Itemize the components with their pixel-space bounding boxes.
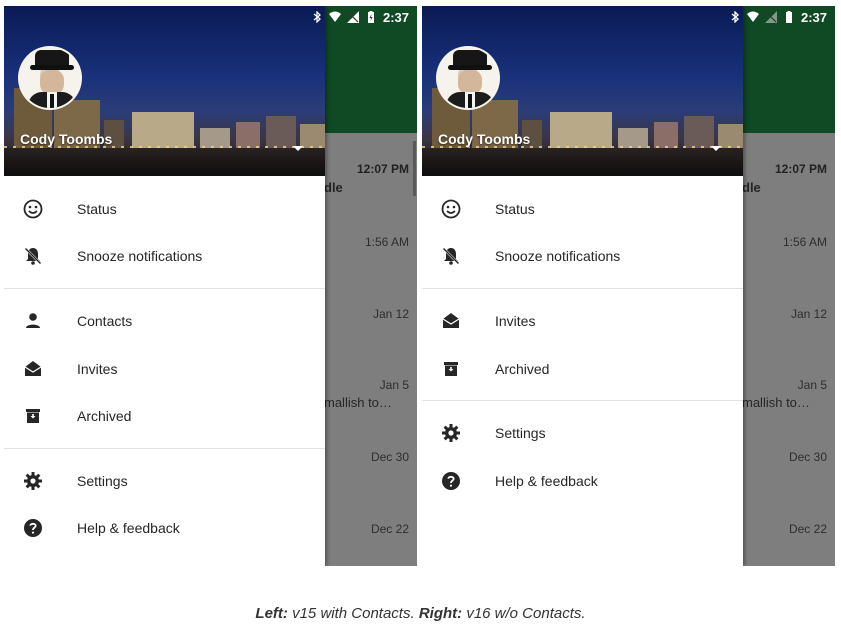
cell-signal-icon [346, 11, 359, 23]
menu-item-label: Help & feedback [495, 472, 598, 489]
menu-item-archived[interactable]: Archived [4, 392, 325, 440]
navigation-drawer: Cody Toombs Status Snooze notifications In… [422, 6, 743, 566]
menu-item-snooze-notifications[interactable]: Snooze notifications [4, 233, 325, 281]
conversation-snippet: dle [324, 180, 343, 195]
menu-item-label: Archived [77, 408, 132, 425]
menu-item-contacts[interactable]: Contacts [4, 297, 325, 345]
conversation-time: 12:07 PM [356, 162, 409, 176]
menu-divider [422, 392, 743, 409]
phone-screenshot-right: 12:07 PM dle 1:56 AM Jan 12 Jan 5 mallis… [422, 6, 835, 566]
menu-item-archived[interactable]: Archived [422, 345, 743, 393]
conversation-time: Dec 30 [370, 450, 409, 464]
menu-item-label: Status [77, 200, 117, 217]
menu-item-label: Archived [495, 360, 550, 377]
archive-icon [22, 405, 44, 427]
bell-off-icon [440, 245, 462, 267]
conversation-snippet: dle [742, 180, 761, 195]
conversation-snippet: mallish to… [742, 395, 810, 410]
caption-left-label: Left: [255, 605, 288, 622]
avatar[interactable] [18, 46, 82, 110]
account-switcher-arrow-icon[interactable] [293, 146, 303, 151]
drawer-header: Cody Toombs [422, 6, 743, 176]
conversation-time: Jan 5 [797, 378, 827, 392]
account-name[interactable]: Cody Toombs [438, 131, 530, 147]
drawer-menu: Status Snooze notifications Invites Archive… [422, 176, 743, 505]
menu-item-settings[interactable]: Settings [422, 409, 743, 457]
conversation-time: Dec 22 [788, 522, 827, 536]
person-icon [22, 310, 44, 332]
conversation-time: 1:56 AM [364, 235, 409, 249]
conversation-time: 1:56 AM [782, 235, 827, 249]
caption-right-label: Right: [418, 605, 463, 622]
battery-icon [785, 11, 792, 23]
menu-item-label: Settings [77, 472, 128, 489]
envelope-open-icon [22, 358, 44, 380]
battery-icon [367, 11, 374, 23]
menu-item-status[interactable]: Status [4, 185, 325, 233]
menu-item-status[interactable]: Status [422, 185, 743, 233]
phone-screenshot-left: 12:07 PM dle 1:56 AM Jan 12 Jan 5 mallis… [4, 6, 417, 566]
conversation-time: Dec 30 [788, 450, 827, 464]
help-circle-icon [440, 470, 462, 492]
status-time: 2:37 [382, 9, 409, 25]
conversation-time: Dec 22 [370, 522, 409, 536]
conversation-time: Jan 12 [372, 307, 409, 321]
menu-item-help-and-feedback[interactable]: Help & feedback [422, 457, 743, 505]
menu-item-label: Invites [77, 360, 118, 377]
menu-item-label: Snooze notifications [495, 248, 621, 265]
menu-item-invites[interactable]: Invites [422, 297, 743, 345]
status-bar: 2:37 [422, 6, 835, 28]
status-time: 2:37 [800, 9, 827, 25]
menu-item-label: Snooze notifications [77, 248, 203, 265]
status-bar: 2:37 [4, 6, 417, 28]
conversation-time: Jan 12 [790, 307, 827, 321]
bell-off-icon [22, 245, 44, 267]
avatar[interactable] [436, 46, 500, 110]
menu-item-label: Help & feedback [77, 520, 180, 537]
menu-item-label: Invites [495, 312, 536, 329]
envelope-open-icon [440, 310, 462, 332]
wifi-icon [328, 11, 341, 22]
figure-caption: Left: v15 with Contacts. Right: v16 w/o … [0, 605, 841, 622]
menu-item-settings[interactable]: Settings [4, 457, 325, 505]
menu-divider [422, 280, 743, 297]
caption-right-text: v16 w/o Contacts. [462, 605, 586, 622]
drawer-menu: Status Snooze notifications Contacts Invite… [4, 176, 325, 552]
menu-item-label: Settings [495, 425, 546, 442]
conversation-time: Jan 5 [379, 378, 409, 392]
conversation-snippet: mallish to… [324, 395, 392, 410]
menu-item-label: Contacts [77, 312, 133, 329]
conversation-time: 12:07 PM [774, 162, 827, 176]
smiley-icon [440, 198, 462, 220]
gear-icon [22, 470, 44, 492]
navigation-drawer: Cody Toombs Status Snooze notifications Co… [4, 6, 325, 566]
menu-item-invites[interactable]: Invites [4, 345, 325, 393]
help-circle-icon [22, 517, 44, 539]
cell-signal-icon [764, 11, 777, 23]
menu-divider [4, 280, 325, 297]
account-switcher-arrow-icon[interactable] [711, 146, 721, 151]
menu-item-help-and-feedback[interactable]: Help & feedback [4, 505, 325, 553]
caption-left-text: v15 with Contacts. [287, 605, 419, 622]
menu-item-label: Status [495, 200, 535, 217]
smiley-icon [22, 198, 44, 220]
wifi-icon [746, 11, 759, 22]
drawer-header: Cody Toombs [4, 6, 325, 176]
menu-item-snooze-notifications[interactable]: Snooze notifications [422, 233, 743, 281]
archive-icon [440, 358, 462, 380]
scrollbar[interactable] [413, 141, 416, 196]
bluetooth-icon [313, 11, 321, 23]
gear-icon [440, 422, 462, 444]
account-name[interactable]: Cody Toombs [20, 131, 112, 147]
bluetooth-icon [731, 11, 739, 23]
menu-divider [4, 440, 325, 457]
